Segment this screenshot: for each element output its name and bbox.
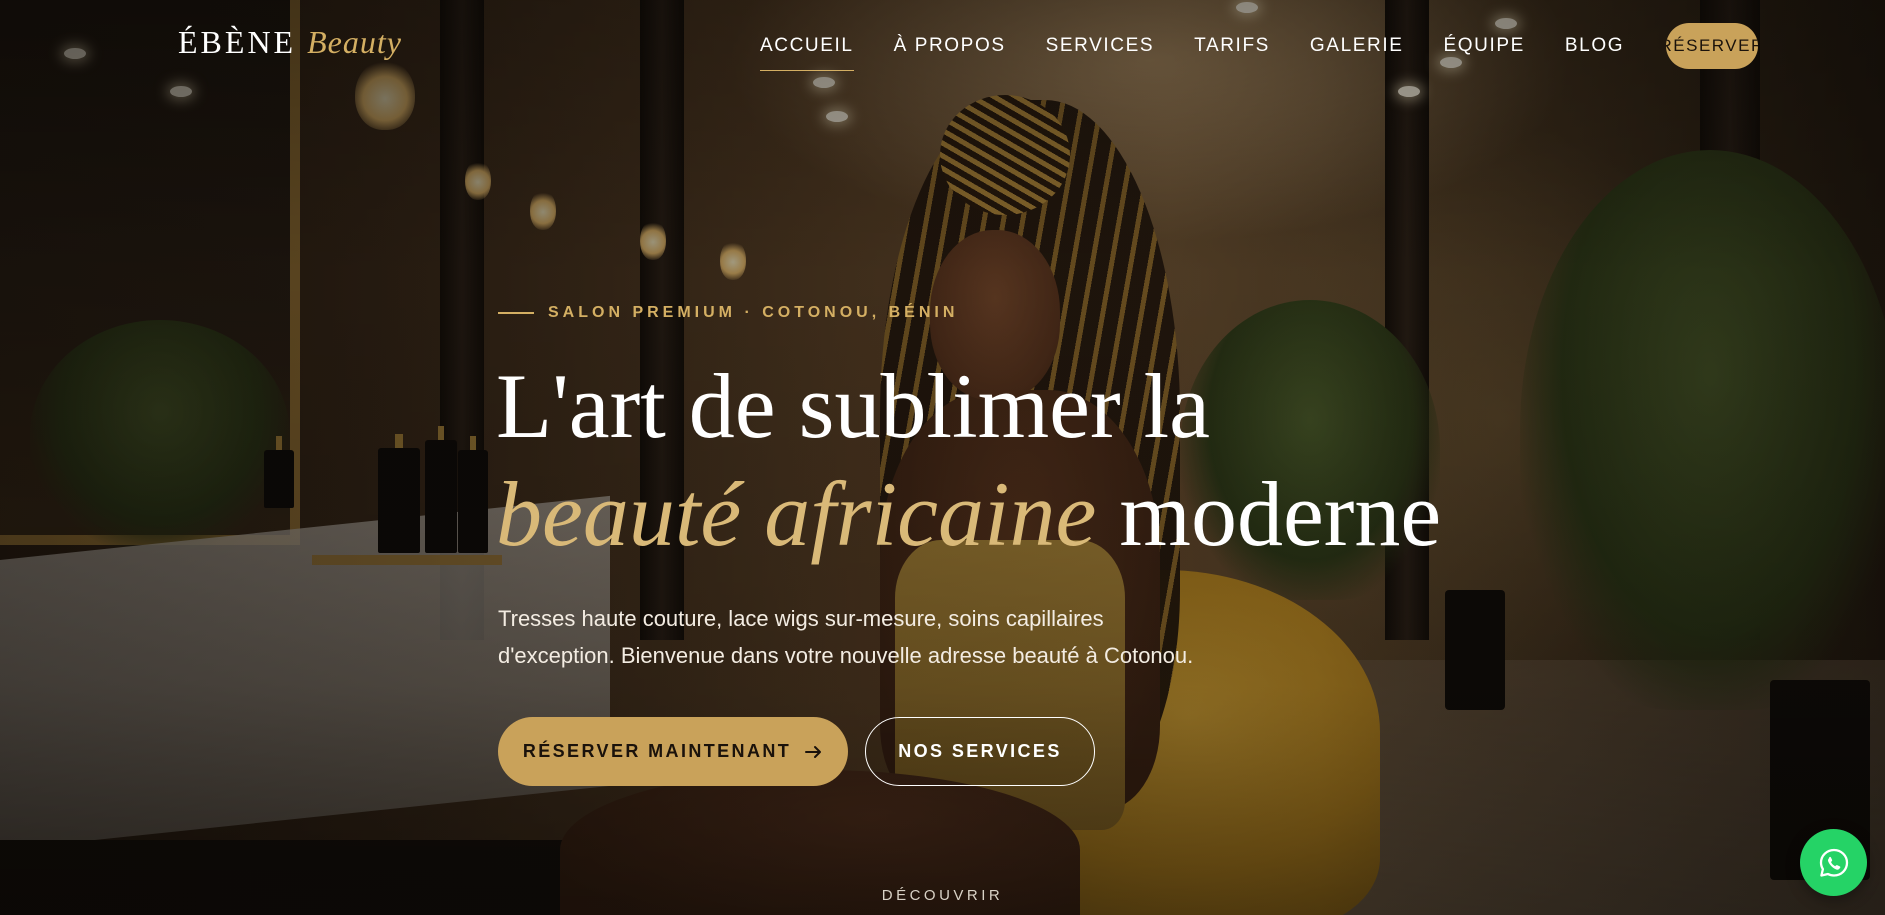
hero-eyebrow: SALON PREMIUM · COTONOU, BÉNIN — [498, 304, 958, 322]
nav-item-equipe[interactable]: ÉQUIPE — [1444, 35, 1525, 57]
our-services-label: NOS SERVICES — [898, 741, 1062, 761]
hero-lead: Tresses haute couture, lace wigs sur-mes… — [498, 606, 1194, 668]
nav-item-tarifs[interactable]: TARIFS — [1194, 35, 1270, 57]
reserve-nav-button[interactable]: RÉSERVER — [1666, 23, 1759, 69]
nav-item-galerie[interactable]: GALERIE — [1310, 35, 1404, 57]
headline-end: moderne — [1119, 463, 1442, 565]
nav-item-a-propos[interactable]: À PROPOS — [894, 35, 1006, 57]
whatsapp-icon — [1817, 846, 1851, 880]
headline-italic: beauté africaine — [496, 463, 1097, 565]
main-nav: ACCUEIL À PROPOS SERVICES TARIFS GALERIE… — [760, 0, 1759, 92]
brand-logo[interactable]: ÉBÈNE Beauty — [178, 24, 402, 61]
nav-item-accueil[interactable]: ACCUEIL — [760, 35, 854, 71]
book-now-label: RÉSERVER MAINTENANT — [522, 741, 792, 761]
hero-headline: L'art de sublimer la beauté africaine mo… — [496, 352, 1441, 568]
nav-item-blog[interactable]: BLOG — [1565, 35, 1624, 57]
eyebrow-line — [498, 312, 534, 314]
book-now-button[interactable]: RÉSERVER MAINTENANT — [498, 717, 848, 786]
arrow-right-icon — [805, 745, 823, 759]
brand-accent: Beauty — [307, 24, 402, 60]
scroll-hint[interactable]: DÉCOUVRIR — [0, 887, 1885, 904]
our-services-button[interactable]: NOS SERVICES — [865, 717, 1095, 786]
headline-line-1: L'art de sublimer la — [496, 355, 1210, 457]
eyebrow-text: SALON PREMIUM · COTONOU, BÉNIN — [548, 304, 959, 321]
nav-item-services[interactable]: SERVICES — [1046, 35, 1155, 57]
brand-name: ÉBÈNE — [178, 24, 297, 60]
whatsapp-button[interactable] — [1800, 829, 1867, 896]
